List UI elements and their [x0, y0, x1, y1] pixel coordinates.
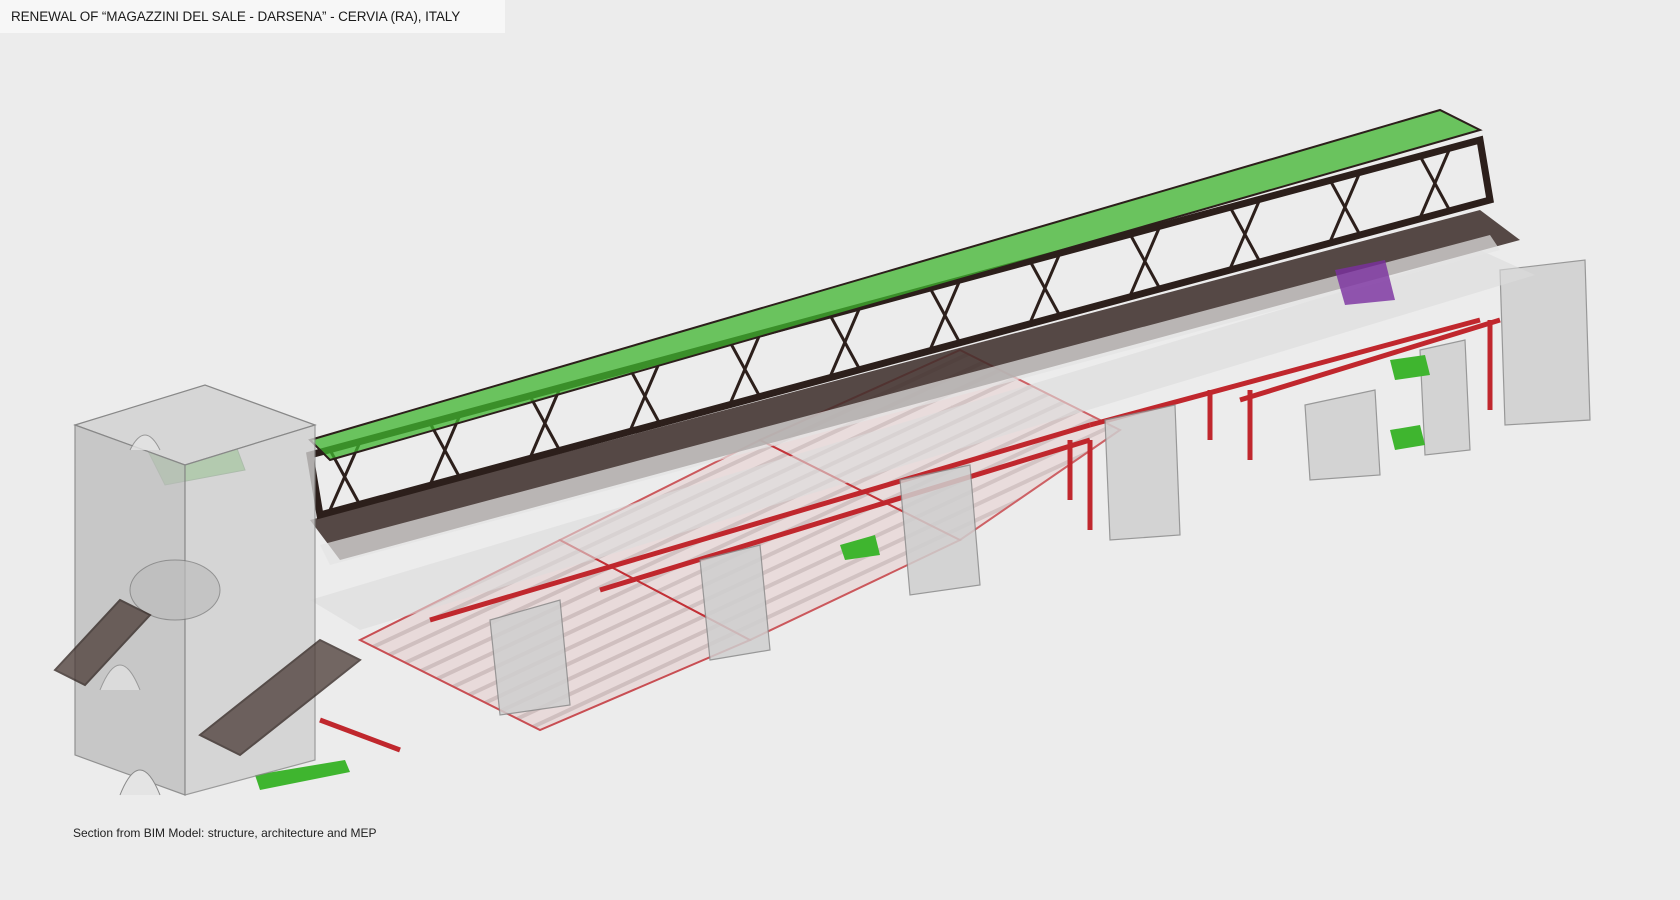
stair-tower — [73, 384, 317, 796]
bim-section-drawing — [53, 108, 1591, 796]
figure-caption: Section from BIM Model: structure, archi… — [73, 826, 377, 840]
